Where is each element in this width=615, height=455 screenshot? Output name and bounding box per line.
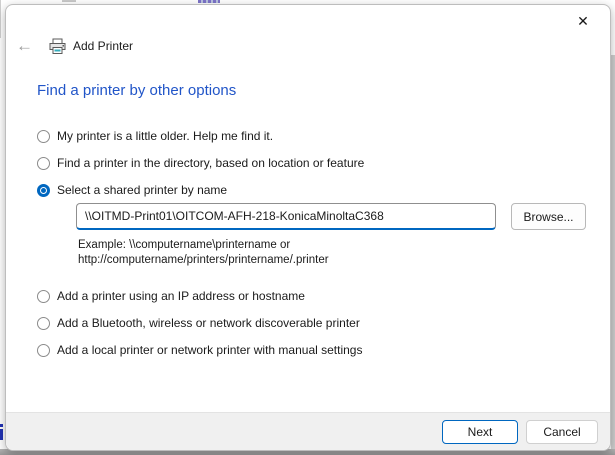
background-artifact — [62, 0, 76, 2]
example-hint: Example: \\computername\printername or h… — [78, 238, 329, 268]
next-button[interactable]: Next — [442, 419, 518, 444]
radio-option-local-manual[interactable]: Add a local printer or network printer w… — [37, 343, 362, 357]
close-button[interactable]: ✕ — [568, 9, 598, 33]
back-button[interactable]: ← — [16, 35, 40, 57]
radio-option-older-printer[interactable]: My printer is a little older. Help me fi… — [37, 129, 364, 143]
background-artifact — [0, 0, 1, 38]
shared-printer-name-input[interactable] — [76, 203, 496, 230]
browse-button[interactable]: Browse... — [511, 203, 586, 230]
printer-icon — [49, 38, 66, 54]
radio-icon[interactable] — [37, 289, 50, 303]
radio-option-shared-by-name[interactable]: Select a shared printer by name — [37, 183, 364, 197]
background-artifact — [0, 424, 3, 427]
background-artifact — [611, 55, 615, 449]
example-line-2: http://computername/printers/printername… — [78, 254, 329, 266]
page-title: Add Printer — [73, 39, 134, 53]
radio-option-label: Find a printer in the directory, based o… — [57, 156, 365, 170]
add-printer-dialog: ✕ ← Add Printer Find a printer by other … — [5, 4, 611, 451]
background-artifact — [0, 429, 3, 440]
cancel-button[interactable]: Cancel — [526, 419, 598, 444]
radio-option-bluetooth[interactable]: Add a Bluetooth, wireless or network dis… — [37, 316, 362, 330]
radio-option-label: Add a printer using an IP address or hos… — [57, 289, 305, 303]
options-group-top: My printer is a little older. Help me fi… — [37, 129, 364, 210]
radio-icon[interactable] — [37, 129, 50, 143]
back-icon: ← — [16, 36, 33, 55]
radio-option-label: Add a Bluetooth, wireless or network dis… — [57, 316, 360, 330]
radio-icon[interactable] — [37, 343, 50, 357]
radio-option-ip-address[interactable]: Add a printer using an IP address or hos… — [37, 289, 362, 303]
radio-icon[interactable] — [37, 183, 50, 197]
radio-option-label: Select a shared printer by name — [57, 183, 228, 197]
radio-option-directory[interactable]: Find a printer in the directory, based o… — [37, 156, 364, 170]
radio-option-label: My printer is a little older. Help me fi… — [57, 129, 274, 143]
radio-icon[interactable] — [37, 156, 50, 170]
options-group-bottom: Add a printer using an IP address or hos… — [37, 289, 362, 370]
radio-icon[interactable] — [37, 316, 50, 330]
close-icon: ✕ — [577, 12, 589, 29]
example-line-1: Example: \\computername\printername or — [78, 239, 291, 251]
section-heading: Find a printer by other options — [37, 82, 237, 99]
background-artifact — [198, 0, 220, 3]
radio-option-label: Add a local printer or network printer w… — [57, 343, 363, 357]
wizard-header: ← Add Printer — [16, 35, 133, 57]
dialog-footer: Next Cancel — [6, 412, 610, 450]
